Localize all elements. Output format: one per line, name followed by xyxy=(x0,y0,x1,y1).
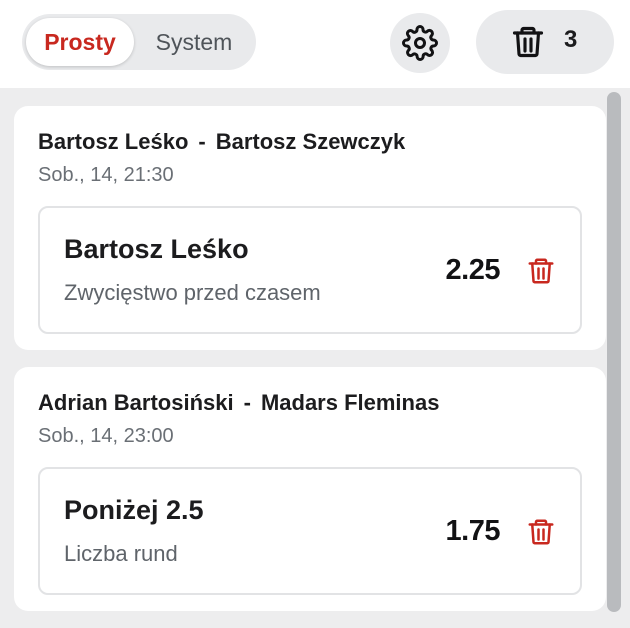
gear-icon xyxy=(402,25,438,61)
bet-type-switch: Prosty System xyxy=(22,14,256,70)
tab-system[interactable]: System xyxy=(136,18,252,66)
match-title: Adrian Bartosiński - Madars Fleminas xyxy=(38,390,439,416)
match-title: Bartosz Leśko - Bartosz Szewczyk xyxy=(38,129,405,155)
market-name: Zwycięstwo przed czasem xyxy=(64,280,321,305)
selection-box[interactable]: Poniżej 2.5 Liczba rund 1.75 xyxy=(38,467,582,595)
odds-value: 2.25 xyxy=(445,254,501,286)
tab-prosty[interactable]: Prosty xyxy=(26,18,134,66)
trash-icon[interactable] xyxy=(526,516,556,548)
trash-icon[interactable] xyxy=(526,255,556,287)
odds-value: 1.75 xyxy=(445,515,501,547)
betslip-header: Prosty System 3 xyxy=(0,0,630,88)
bet-card: Adrian Bartosiński - Madars Fleminas Sob.,… xyxy=(14,367,606,611)
selection-name: Bartosz Leśko xyxy=(64,234,249,264)
match-separator: - xyxy=(243,390,251,415)
away-fighter: Bartosz Szewczyk xyxy=(215,129,406,154)
scrollbar[interactable] xyxy=(607,92,621,612)
bet-card: Bartosz Leśko - Bartosz Szewczyk Sob., 14,… xyxy=(14,106,606,350)
match-separator: - xyxy=(198,129,206,154)
settings-button[interactable] xyxy=(390,13,450,73)
home-fighter: Adrian Bartosiński xyxy=(38,390,234,415)
selection-name: Poniżej 2.5 xyxy=(64,495,204,525)
home-fighter: Bartosz Leśko xyxy=(38,129,189,154)
away-fighter: Madars Fleminas xyxy=(260,390,440,415)
match-datetime: Sob., 14, 23:00 xyxy=(38,425,174,447)
match-datetime: Sob., 14, 21:30 xyxy=(38,164,174,186)
selection-box[interactable]: Bartosz Leśko Zwycięstwo przed czasem 2.… xyxy=(38,206,582,334)
trash-icon xyxy=(512,26,544,58)
clear-betslip-button[interactable]: 3 xyxy=(476,10,614,74)
bet-count: 3 xyxy=(564,26,578,53)
market-name: Liczba rund xyxy=(64,541,178,566)
